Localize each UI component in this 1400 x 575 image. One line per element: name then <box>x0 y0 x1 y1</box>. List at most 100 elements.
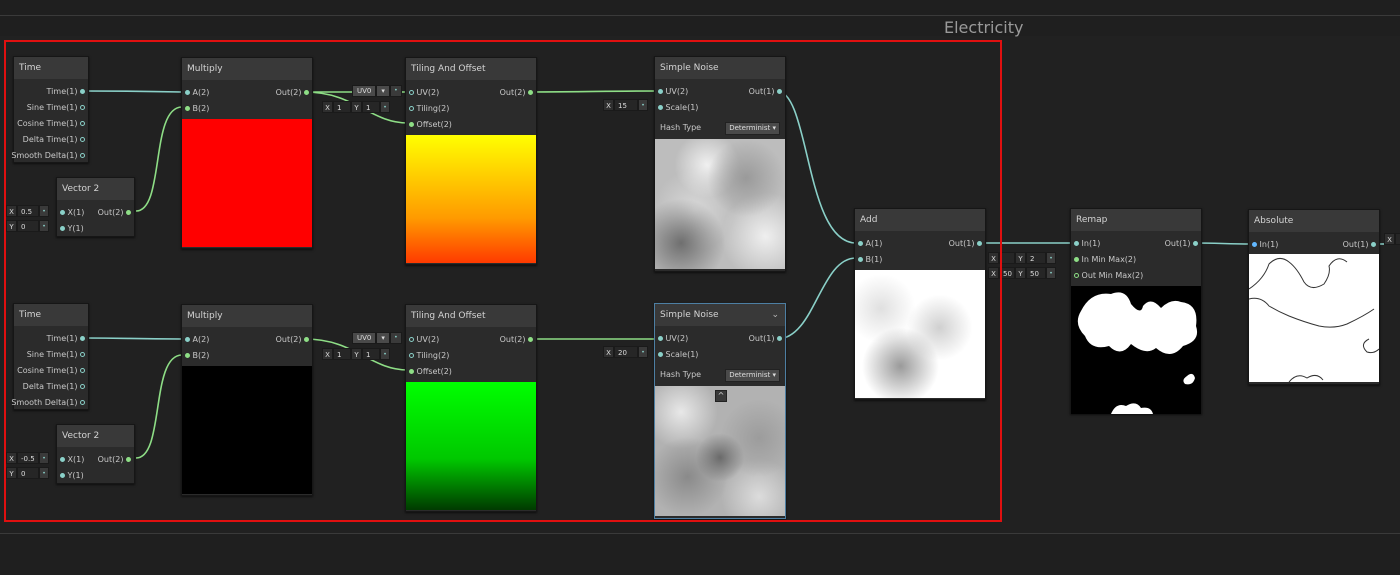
input-a[interactable]: A(2) <box>185 86 209 100</box>
output-out[interactable]: Out(2) <box>98 206 131 220</box>
port-dot-icon[interactable]: • <box>39 205 49 217</box>
tiling-bottom-xy-field[interactable]: X1 Y 1 • <box>322 348 390 360</box>
hash-type-dropdown[interactable]: Determinist ▾ <box>725 369 780 382</box>
hash-type-dropdown[interactable]: Determinist ▾ <box>725 122 780 135</box>
input-offset[interactable]: Offset(2) <box>409 118 452 132</box>
time-node-bottom[interactable]: Time Time(1) Sine Time(1) Cosine Time(1)… <box>11 303 89 410</box>
port-dot-icon[interactable]: • <box>1046 267 1056 279</box>
port-dot-icon[interactable] <box>409 122 414 127</box>
output-out[interactable]: Out(2) <box>98 453 131 467</box>
port-dot-icon[interactable] <box>60 226 65 231</box>
input-x[interactable]: X(1) <box>60 453 84 467</box>
output-smooth-delta[interactable]: Smooth Delta(1) <box>11 149 85 163</box>
remap-in-min-max-field[interactable]: X Y 2 • <box>988 252 1056 264</box>
input-x[interactable]: X(1) <box>60 206 84 220</box>
tiling-and-offset-node-bottom[interactable]: Tiling And Offset UV(2) Tiling(2) Offset… <box>405 304 537 512</box>
vector2-node-top[interactable]: Vector 2 X(1) Y(1) Out(2) <box>56 177 135 237</box>
port-dot-icon[interactable] <box>409 369 414 374</box>
output-out[interactable]: Out(2) <box>500 86 533 100</box>
port-dot-icon[interactable] <box>185 337 190 342</box>
port-dot-icon[interactable] <box>409 90 414 95</box>
port-dot-icon[interactable] <box>658 89 663 94</box>
port-dot-icon[interactable] <box>80 384 85 389</box>
port-dot-icon[interactable] <box>658 352 663 357</box>
port-dot-icon[interactable] <box>80 400 85 405</box>
port-dot-icon[interactable] <box>60 473 65 478</box>
port-dot-icon[interactable] <box>409 106 414 111</box>
port-dot-icon[interactable]: • <box>389 85 402 97</box>
output-out[interactable]: Out(1) <box>1343 238 1376 252</box>
port-dot-icon[interactable] <box>409 353 414 358</box>
port-dot-icon[interactable]: • <box>380 348 390 360</box>
input-a[interactable]: A(2) <box>185 333 209 347</box>
chevron-down-icon[interactable]: ⌄ <box>771 304 779 326</box>
input-b[interactable]: B(1) <box>858 253 882 267</box>
vector2-bottom-x-field[interactable]: X -0.5 • <box>6 452 49 464</box>
input-scale[interactable]: Scale(1) <box>658 348 698 362</box>
port-dot-icon[interactable] <box>80 352 85 357</box>
port-dot-icon[interactable] <box>658 105 663 110</box>
port-dot-icon[interactable]: • <box>39 467 49 479</box>
port-dot-icon[interactable] <box>777 336 782 341</box>
input-in[interactable]: In(1) <box>1252 238 1278 252</box>
port-dot-icon[interactable]: • <box>638 346 648 358</box>
input-out-min-max[interactable]: Out Min Max(2) <box>1074 269 1143 283</box>
port-dot-icon[interactable] <box>977 241 982 246</box>
port-dot-icon[interactable] <box>1074 257 1079 262</box>
output-smooth-delta[interactable]: Smooth Delta(1) <box>11 396 85 410</box>
vector2-top-x-field[interactable]: X 0.5 • <box>6 205 49 217</box>
output-out[interactable]: Out(2) <box>276 333 309 347</box>
input-b[interactable]: B(2) <box>185 102 209 116</box>
port-dot-icon[interactable] <box>80 89 85 94</box>
port-dot-icon[interactable] <box>1074 273 1079 278</box>
port-dot-icon[interactable] <box>185 106 190 111</box>
input-tiling[interactable]: Tiling(2) <box>409 349 449 363</box>
port-dot-icon[interactable] <box>1074 241 1079 246</box>
port-dot-icon[interactable] <box>185 90 190 95</box>
output-time[interactable]: Time(1) <box>47 332 85 346</box>
port-dot-icon[interactable] <box>1252 242 1257 247</box>
multiply-node-top[interactable]: Multiply A(2) B(2) Out(2) <box>181 57 313 249</box>
simple-noise-node-bottom[interactable]: Simple Noise ⌄ UV(2) Scale(1) Out(1) Hash… <box>654 303 786 519</box>
input-scale[interactable]: Scale(1) <box>658 101 698 115</box>
port-dot-icon[interactable] <box>658 336 663 341</box>
input-in[interactable]: In(1) <box>1074 237 1100 251</box>
input-tiling[interactable]: Tiling(2) <box>409 102 449 116</box>
port-dot-icon[interactable] <box>80 137 85 142</box>
output-out[interactable]: Out(2) <box>276 86 309 100</box>
noise-top-scale-field[interactable]: X 15 • <box>603 99 648 111</box>
output-out[interactable]: Out(1) <box>749 85 782 99</box>
port-dot-icon[interactable]: • <box>389 332 402 344</box>
port-dot-icon[interactable] <box>80 336 85 341</box>
tiling-top-xy-field[interactable]: X1 Y 1 • <box>322 101 390 113</box>
input-b[interactable]: B(2) <box>185 349 209 363</box>
output-out[interactable]: Out(1) <box>1165 237 1198 251</box>
add-node[interactable]: Add A(1) B(1) Out(1) <box>854 208 986 400</box>
port-dot-icon[interactable] <box>858 241 863 246</box>
port-dot-icon[interactable]: • <box>1046 252 1056 264</box>
port-dot-icon[interactable] <box>1193 241 1198 246</box>
remap-node[interactable]: Remap In(1) In Min Max(2) Out Min Max(2)… <box>1070 208 1202 414</box>
port-dot-icon[interactable] <box>60 457 65 462</box>
tiling-and-offset-node-top[interactable]: Tiling And Offset UV(2) Tiling(2) Offset… <box>405 57 537 265</box>
port-dot-icon[interactable] <box>528 90 533 95</box>
port-dot-icon[interactable]: • <box>638 99 648 111</box>
input-a[interactable]: A(1) <box>858 237 882 251</box>
output-delta-time[interactable]: Delta Time(1) <box>23 380 85 394</box>
port-dot-icon[interactable]: • <box>39 220 49 232</box>
port-dot-icon[interactable] <box>528 337 533 342</box>
output-cosine-time[interactable]: Cosine Time(1) <box>17 117 85 131</box>
port-dot-icon[interactable]: • <box>39 452 49 464</box>
port-dot-icon[interactable] <box>304 337 309 342</box>
port-dot-icon[interactable]: • <box>380 101 390 113</box>
input-y[interactable]: Y(1) <box>60 222 84 236</box>
absolute-external-field[interactable]: X <box>1384 233 1400 245</box>
port-dot-icon[interactable] <box>777 89 782 94</box>
output-out[interactable]: Out(2) <box>500 333 533 347</box>
multiply-node-bottom[interactable]: Multiply A(2) B(2) Out(2) <box>181 304 313 496</box>
output-cosine-time[interactable]: Cosine Time(1) <box>17 364 85 378</box>
output-out[interactable]: Out(1) <box>949 237 982 251</box>
port-dot-icon[interactable] <box>60 210 65 215</box>
vector2-bottom-y-field[interactable]: Y 0 • <box>6 467 49 479</box>
input-uv[interactable]: UV(2) <box>658 85 688 99</box>
